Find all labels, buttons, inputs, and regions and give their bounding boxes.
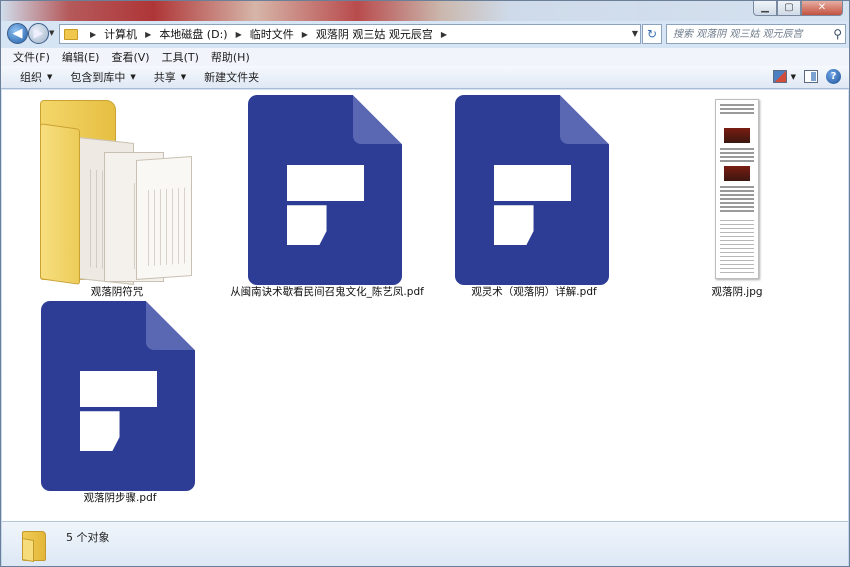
file-list: 關山畢集 观落阴符咒 从闽南诀术歇看民间召鬼文化_陈艺凤.pdf 观灵术（观落阴… <box>2 90 848 521</box>
chevron-down-icon[interactable]: ▼ <box>791 73 796 81</box>
preview-pane-icon[interactable] <box>804 70 818 83</box>
menu-tools[interactable]: 工具(T) <box>156 49 205 65</box>
pdf-icon <box>455 95 609 285</box>
folder-icon <box>22 531 48 563</box>
share-label: 共享 <box>153 71 176 84</box>
chevron-right-icon[interactable]: ▶ <box>90 30 96 39</box>
back-button[interactable]: ◀ <box>7 23 28 44</box>
organize-button[interactable]: 组织 ▼ <box>11 69 61 85</box>
explorer-window: ▁ ▢ ✕ ◀ ▶ ▼ ▶ 计算机 ▶ 本地磁盘 (D:) ▶ 临时文件 ▶ 观… <box>0 0 850 567</box>
file-name: 观落阴步骤.pdf <box>83 492 157 504</box>
folder-icon <box>64 28 78 40</box>
chevron-down-icon: ▼ <box>180 73 187 81</box>
share-button[interactable]: 共享 ▼ <box>145 69 195 85</box>
file-item-folder[interactable]: 關山畢集 观落阴符咒 <box>22 90 192 300</box>
chevron-right-icon[interactable]: ▶ <box>441 30 447 39</box>
image-thumbnail <box>715 99 759 279</box>
organize-label: 组织 <box>20 71 42 84</box>
help-icon[interactable]: ? <box>826 69 841 84</box>
file-item-pdf[interactable]: 观灵术（观落阴）详解.pdf <box>434 90 634 300</box>
pdf-icon <box>248 95 402 285</box>
menu-help[interactable]: 帮助(H) <box>205 49 256 65</box>
file-item-pdf[interactable]: 从闽南诀术歇看民间召鬼文化_陈艺凤.pdf <box>227 90 427 300</box>
item-count: 5 个对象 <box>66 531 110 544</box>
search-box[interactable]: ⚲ <box>666 24 846 44</box>
file-item-pdf[interactable]: 观落阴步骤.pdf <box>20 296 220 506</box>
new-folder-label: 新建文件夹 <box>204 71 260 84</box>
search-icon[interactable]: ⚲ <box>833 27 842 41</box>
search-input[interactable] <box>667 25 817 43</box>
view-controls: ▼ ? <box>772 69 841 84</box>
address-dropdown-icon[interactable]: ▼ <box>632 29 638 38</box>
menu-file[interactable]: 文件(F) <box>7 49 56 65</box>
new-folder-button[interactable]: 新建文件夹 <box>195 69 268 85</box>
command-bar: 组织 ▼ 包含到库中 ▼ 共享 ▼ 新建文件夹 ▼ ? <box>1 66 849 89</box>
navigation-row: ◀ ▶ ▼ ▶ 计算机 ▶ 本地磁盘 (D:) ▶ 临时文件 ▶ 观落阴 观三姑… <box>1 21 849 47</box>
window-controls: ▁ ▢ ✕ <box>753 1 843 16</box>
breadcrumb: ▶ 计算机 ▶ 本地磁盘 (D:) ▶ 临时文件 ▶ 观落阴 观三姑 观元辰宫 … <box>82 26 455 42</box>
chevron-down-icon: ▼ <box>47 73 53 81</box>
breadcrumb-drive-d[interactable]: 本地磁盘 (D:) <box>159 26 227 42</box>
folder-icon: 關山畢集 <box>40 96 192 286</box>
pdf-icon <box>41 301 195 491</box>
title-bar: ▁ ▢ ✕ <box>1 1 849 21</box>
forward-button[interactable]: ▶ <box>28 23 49 44</box>
include-in-library-button[interactable]: 包含到库中 ▼ <box>61 69 144 85</box>
chevron-right-icon[interactable]: ▶ <box>145 30 151 39</box>
chevron-right-icon[interactable]: ▶ <box>236 30 242 39</box>
maximize-button[interactable]: ▢ <box>777 1 801 16</box>
breadcrumb-computer[interactable]: 计算机 <box>104 26 137 42</box>
status-bar: 5 个对象 <box>2 521 848 566</box>
chevron-right-icon[interactable]: ▶ <box>302 30 308 39</box>
minimize-button[interactable]: ▁ <box>753 1 777 16</box>
file-item-image[interactable]: 观落阴.jpg <box>642 90 832 300</box>
file-name: 从闽南诀术歇看民间召鬼文化_陈艺凤.pdf <box>230 286 424 298</box>
chevron-down-icon: ▼ <box>130 73 136 81</box>
include-in-library-label: 包含到库中 <box>70 71 126 84</box>
close-button[interactable]: ✕ <box>801 1 843 16</box>
menu-bar: 文件(F) 编辑(E) 查看(V) 工具(T) 帮助(H) <box>1 48 849 66</box>
menu-view[interactable]: 查看(V) <box>105 49 155 65</box>
recent-pages-dropdown-icon[interactable]: ▼ <box>49 29 54 37</box>
address-bar[interactable]: ▶ 计算机 ▶ 本地磁盘 (D:) ▶ 临时文件 ▶ 观落阴 观三姑 观元辰宫 … <box>59 24 641 44</box>
menu-edit[interactable]: 编辑(E) <box>56 49 106 65</box>
breadcrumb-current-folder[interactable]: 观落阴 观三姑 观元辰宫 <box>316 26 433 42</box>
file-name: 观落阴.jpg <box>711 286 763 298</box>
file-name: 观灵术（观落阴）详解.pdf <box>471 286 597 298</box>
change-view-icon[interactable] <box>772 70 787 83</box>
breadcrumb-temp-files[interactable]: 临时文件 <box>250 26 294 42</box>
refresh-button[interactable]: ↻ <box>642 24 662 44</box>
